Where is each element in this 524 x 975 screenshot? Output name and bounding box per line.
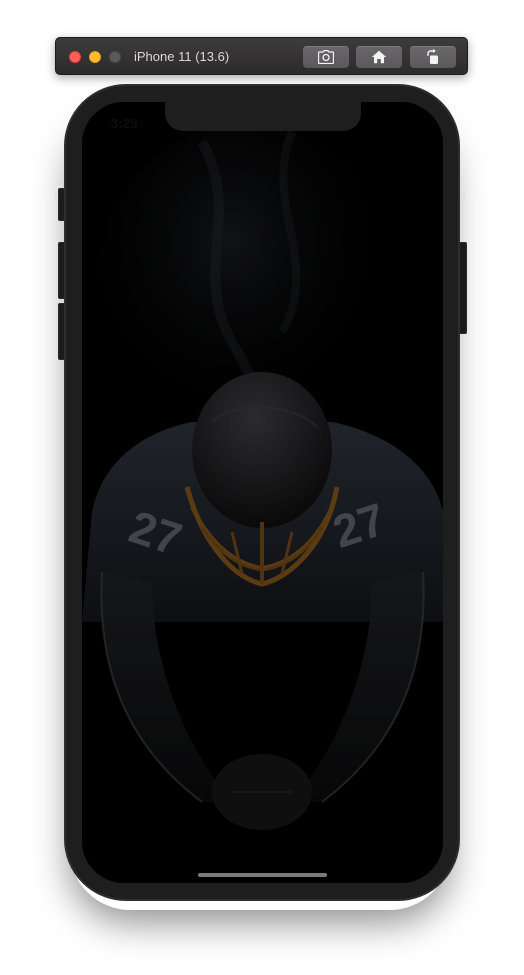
window-zoom-button[interactable] — [109, 51, 121, 63]
simulator-toolbar: iPhone 11 (13.6) — [55, 37, 468, 75]
football-player-background-image: 27 27 — [82, 102, 443, 883]
home-icon — [371, 50, 387, 64]
window-minimize-button[interactable] — [89, 51, 101, 63]
device-title: iPhone 11 (13.6) — [134, 49, 230, 64]
desktop-stage: iPhone 11 (13.6) 27 27 3:29 — [0, 0, 524, 975]
rotate-icon — [427, 49, 438, 64]
window-close-button[interactable] — [69, 51, 81, 63]
screen-notch — [165, 102, 361, 131]
status-bar-time: 3:29 — [111, 116, 138, 131]
side-power-button — [459, 242, 467, 334]
screenshot-button[interactable] — [303, 46, 349, 68]
rotate-button[interactable] — [410, 46, 456, 68]
camera-icon — [318, 50, 334, 64]
home-button[interactable] — [356, 46, 402, 68]
home-indicator[interactable] — [198, 873, 327, 877]
app-screen[interactable]: 27 27 3:29 — [82, 102, 443, 883]
